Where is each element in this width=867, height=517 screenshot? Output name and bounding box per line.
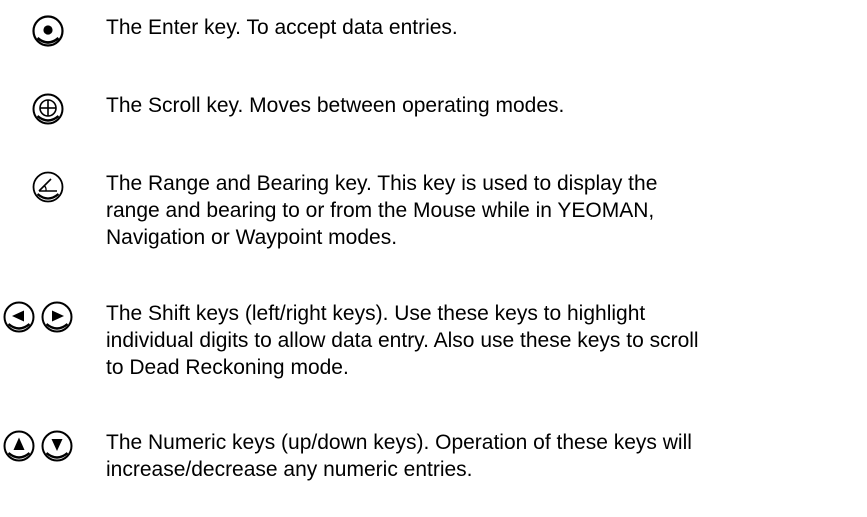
enter-key-icon	[32, 15, 64, 47]
shift-keys-line-1: The Shift keys (left/right keys). Use th…	[106, 302, 646, 325]
range-bearing-key-line-3: Navigation or Waypoint modes.	[106, 226, 398, 249]
shift-right-key-icon	[41, 301, 73, 333]
shift-keys-description: The Shift keys (left/right keys). Use th…	[106, 300, 866, 381]
numeric-down-key-icon	[41, 430, 73, 462]
enter-key-line-1: The Enter key. To accept data entries.	[106, 16, 458, 39]
numeric-up-key-icon	[3, 430, 35, 462]
enter-key-description: The Enter key. To accept data entries.	[106, 14, 866, 41]
range-bearing-key-line-2: range and bearing to or from the Mouse w…	[106, 199, 655, 222]
range-bearing-key-line-1: The Range and Bearing key. This key is u…	[106, 172, 658, 195]
shift-keys-line-3: to Dead Reckoning mode.	[106, 356, 349, 379]
numeric-keys-description: The Numeric keys (up/down keys). Operati…	[106, 429, 866, 483]
scroll-key-line-1: The Scroll key. Moves between operating …	[106, 94, 565, 117]
scroll-key-description: The Scroll key. Moves between operating …	[106, 92, 866, 119]
range-bearing-key-icon	[32, 171, 64, 203]
scroll-key-icon	[32, 93, 64, 125]
shift-left-key-icon	[3, 301, 35, 333]
numeric-keys-line-2: increase/decrease any numeric entries.	[106, 458, 473, 481]
range-bearing-key-description: The Range and Bearing key. This key is u…	[106, 170, 866, 251]
numeric-keys-line-1: The Numeric keys (up/down keys). Operati…	[106, 431, 692, 454]
shift-keys-line-2: individual digits to allow data entry. A…	[106, 329, 699, 352]
